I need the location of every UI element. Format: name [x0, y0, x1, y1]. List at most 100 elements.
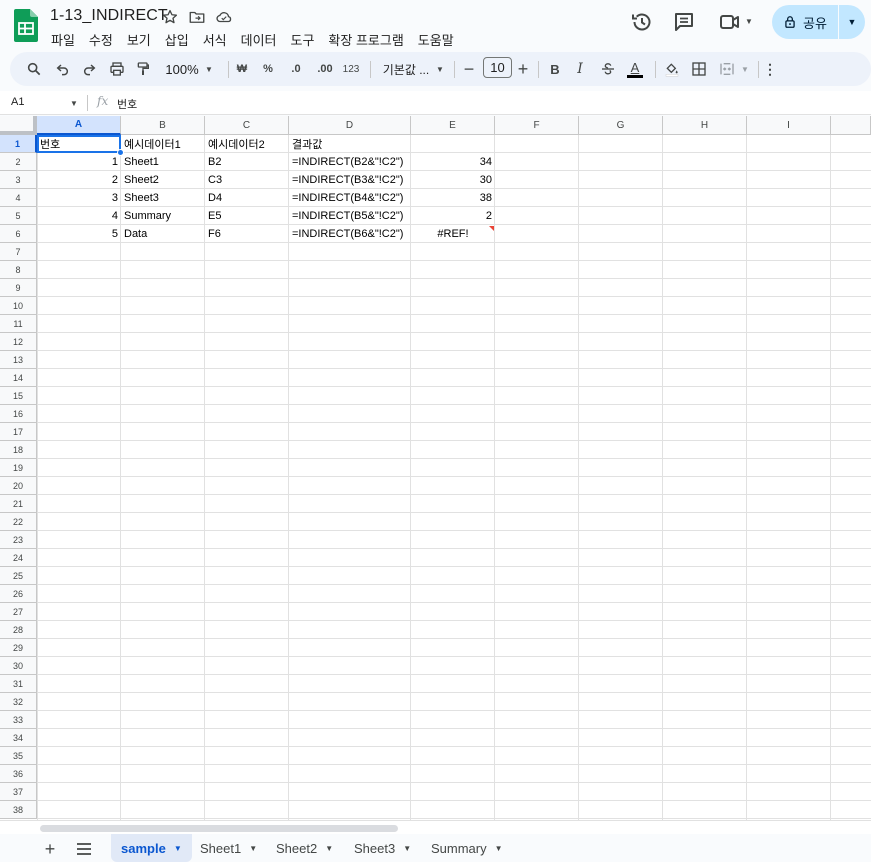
error-indicator-icon[interactable] — [489, 226, 494, 231]
row-header[interactable]: 31 — [0, 675, 37, 693]
add-sheet-icon[interactable]: + — [40, 839, 60, 859]
row-header[interactable]: 33 — [0, 711, 37, 729]
cell-a6[interactable]: 5 — [37, 225, 121, 243]
column-header[interactable]: H — [663, 116, 747, 135]
row-header[interactable]: 26 — [0, 585, 37, 603]
row-header[interactable]: 5 — [0, 207, 37, 225]
fill-color-icon[interactable] — [661, 52, 683, 86]
row-header[interactable]: 6 — [0, 225, 37, 243]
bold-button[interactable]: B — [546, 52, 564, 86]
row-header[interactable]: 7 — [0, 243, 37, 261]
strikethrough-icon[interactable] — [598, 52, 618, 86]
row-header[interactable]: 19 — [0, 459, 37, 477]
row-header[interactable]: 21 — [0, 495, 37, 513]
cell-d5[interactable]: =INDIRECT(B5&"!C2") — [289, 207, 411, 225]
increase-font-size-icon[interactable]: + — [515, 52, 531, 86]
cell-b4[interactable]: Sheet3 — [121, 189, 205, 207]
merge-cells-icon[interactable] — [716, 52, 738, 86]
zoom-dropdown-icon[interactable]: ▼ — [204, 52, 214, 86]
scrollbar-thumb[interactable] — [40, 825, 398, 832]
row-header[interactable]: 13 — [0, 351, 37, 369]
cell-b3[interactable]: Sheet2 — [121, 171, 205, 189]
menu-extensions[interactable]: 확장 프로그램 — [321, 29, 410, 50]
row-header[interactable]: 12 — [0, 333, 37, 351]
menu-view[interactable]: 보기 — [120, 29, 158, 50]
menu-insert[interactable]: 삽입 — [158, 29, 196, 50]
sheet-tab-dropdown-icon[interactable]: ▼ — [325, 844, 333, 853]
row-header[interactable]: 32 — [0, 693, 37, 711]
cell-c6[interactable]: F6 — [205, 225, 289, 243]
meet-video-icon[interactable] — [718, 10, 742, 34]
sheet-tab-sample[interactable]: sample ▼ — [111, 834, 192, 862]
menu-format[interactable]: 서식 — [196, 29, 234, 50]
sheet-tab-dropdown-icon[interactable]: ▼ — [174, 844, 182, 853]
row-header[interactable]: 15 — [0, 387, 37, 405]
cell-d6[interactable]: =INDIRECT(B6&"!C2") — [289, 225, 411, 243]
horizontal-scrollbar[interactable] — [0, 820, 871, 834]
row-header[interactable]: 28 — [0, 621, 37, 639]
cell-d3[interactable]: =INDIRECT(B3&"!C2") — [289, 171, 411, 189]
share-dropdown-icon[interactable]: ▼ — [839, 5, 865, 39]
row-header[interactable]: 34 — [0, 729, 37, 747]
column-header[interactable]: A — [37, 116, 121, 135]
decrease-decimal-button[interactable]: .0 — [284, 52, 308, 86]
row-header[interactable]: 11 — [0, 315, 37, 333]
cell-a3[interactable]: 2 — [37, 171, 121, 189]
text-color-button[interactable]: A — [624, 52, 646, 86]
font-size-input[interactable]: 10 — [483, 57, 512, 78]
cell-d1[interactable]: 결과값 — [289, 135, 411, 153]
cell-b5[interactable]: Summary — [121, 207, 205, 225]
merge-dropdown-icon[interactable]: ▼ — [740, 52, 750, 86]
row-header[interactable]: 8 — [0, 261, 37, 279]
row-header[interactable]: 3 — [0, 171, 37, 189]
cell-b6[interactable]: Data — [121, 225, 205, 243]
menu-data[interactable]: 데이터 — [234, 29, 284, 50]
row-header[interactable]: 17 — [0, 423, 37, 441]
row-header[interactable]: 14 — [0, 369, 37, 387]
row-header[interactable]: 30 — [0, 657, 37, 675]
meet-dropdown-icon[interactable]: ▼ — [745, 17, 753, 26]
more-options-icon[interactable]: ⋮ — [762, 52, 778, 86]
column-header[interactable]: G — [579, 116, 663, 135]
version-history-icon[interactable] — [630, 10, 654, 34]
menu-tools[interactable]: 도구 — [284, 29, 322, 50]
row-header[interactable]: 37 — [0, 783, 37, 801]
sheets-logo-icon[interactable] — [14, 9, 38, 42]
zoom-select[interactable]: 100% — [162, 52, 202, 86]
sheet-tab-sheet1[interactable]: Sheet1 ▼ — [190, 834, 267, 862]
borders-icon[interactable] — [688, 52, 710, 86]
paint-format-icon[interactable] — [132, 52, 154, 86]
name-box[interactable]: A1 — [11, 96, 24, 108]
cell-a5[interactable]: 4 — [37, 207, 121, 225]
row-header[interactable]: 10 — [0, 297, 37, 315]
row-header[interactable]: 25 — [0, 567, 37, 585]
cell-b1[interactable]: 예시데이터1 — [121, 135, 205, 153]
row-header[interactable]: 22 — [0, 513, 37, 531]
row-header[interactable]: 1 — [0, 135, 37, 153]
column-header[interactable]: I — [747, 116, 831, 135]
cell-c1[interactable]: 예시데이터2 — [205, 135, 289, 153]
row-header[interactable]: 36 — [0, 765, 37, 783]
menu-edit[interactable]: 수정 — [82, 29, 120, 50]
sheet-tab-summary[interactable]: Summary ▼ — [421, 834, 513, 862]
number-format-button[interactable]: 123 — [340, 52, 362, 86]
comments-icon[interactable] — [672, 10, 696, 34]
font-family-select[interactable]: 기본값 ... — [376, 52, 436, 86]
sheet-tab-sheet2[interactable]: Sheet2 ▼ — [266, 834, 343, 862]
cell-e4[interactable]: 38 — [411, 189, 495, 207]
row-header[interactable]: 38 — [0, 801, 37, 819]
cell-d4[interactable]: =INDIRECT(B4&"!C2") — [289, 189, 411, 207]
row-header[interactable]: 4 — [0, 189, 37, 207]
sheet-tab-dropdown-icon[interactable]: ▼ — [403, 844, 411, 853]
cell-e6[interactable]: #REF! — [411, 225, 495, 243]
italic-button[interactable]: I — [571, 52, 589, 86]
redo-icon[interactable] — [78, 52, 100, 86]
fill-handle[interactable] — [117, 149, 124, 156]
spreadsheet-grid[interactable]: A B C D E F G H I 1 2 3 4 5 6 7 8 9 10 11 12 13 14 15 16 17 18 19 20… — [0, 116, 871, 820]
formula-input[interactable]: 번호 — [117, 96, 137, 112]
increase-decimal-button[interactable]: .00 — [312, 52, 338, 86]
cell-c3[interactable]: C3 — [205, 171, 289, 189]
cell-a2[interactable]: 1 — [37, 153, 121, 171]
decrease-font-size-icon[interactable]: − — [461, 52, 477, 86]
cell-c2[interactable]: B2 — [205, 153, 289, 171]
